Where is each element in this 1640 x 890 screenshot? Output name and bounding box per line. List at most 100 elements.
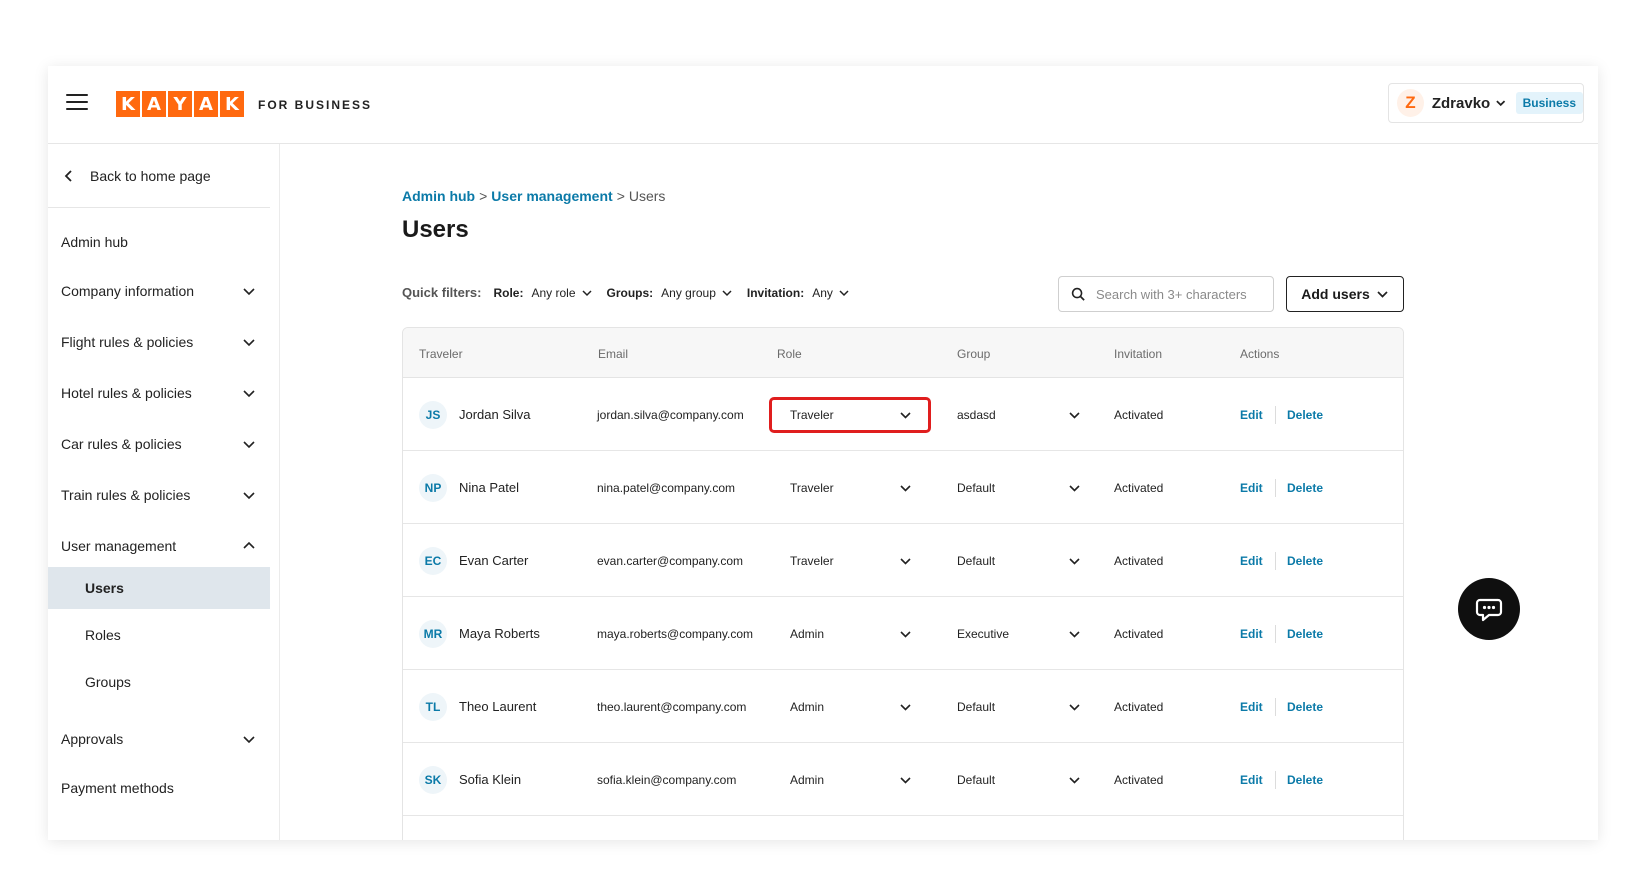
group-dropdown[interactable]: Default <box>957 762 1081 798</box>
kayak-logo[interactable]: K A Y A K <box>116 91 244 117</box>
for-business-label: FOR BUSINESS <box>258 98 373 112</box>
group-dropdown[interactable]: Default <box>957 470 1081 506</box>
delete-button[interactable]: Delete <box>1287 451 1323 524</box>
role-dropdown[interactable]: Admin <box>790 616 912 652</box>
group-dropdown[interactable]: asdasd <box>957 397 1081 433</box>
traveler-name: Maya Roberts <box>459 626 540 641</box>
sidebar-item-company-information[interactable]: Company information <box>48 271 270 311</box>
action-divider <box>1275 406 1276 424</box>
role-dropdown[interactable]: Traveler <box>769 397 931 433</box>
sidebar-item-approvals[interactable]: Approvals <box>48 719 270 759</box>
account-menu[interactable]: Z Zdravko Business <box>1388 83 1584 123</box>
group-value: Default <box>957 554 996 568</box>
sidebar-item-flight-rules[interactable]: Flight rules & policies <box>48 322 270 362</box>
sidebar-item-label: Hotel rules & policies <box>61 385 192 401</box>
user-initials-avatar: NP <box>419 473 447 502</box>
sidebar-item-label: Flight rules & policies <box>61 334 194 350</box>
chevron-down-icon <box>243 441 255 449</box>
chevron-down-icon <box>1377 290 1388 298</box>
sidebar-subitem-groups[interactable]: Groups <box>48 661 270 703</box>
logo-letter: K <box>220 91 244 117</box>
delete-button[interactable]: Delete <box>1287 670 1323 743</box>
sidebar-item-label: User management <box>61 538 177 554</box>
role-filter[interactable]: Role: Any role <box>493 286 592 300</box>
edit-button[interactable]: Edit <box>1240 597 1263 670</box>
sidebar-item-label: Car rules & policies <box>61 436 182 452</box>
sidebar-subitem-label: Roles <box>85 627 121 643</box>
chevron-down-icon <box>900 630 911 638</box>
breadcrumb-separator: > <box>616 188 625 204</box>
filter-name: Groups: <box>606 285 654 300</box>
sidebar-item-label: Company information <box>61 283 195 299</box>
email-cell: nina.patel@company.com <box>597 480 736 495</box>
role-value: Admin <box>790 627 825 641</box>
breadcrumb-current: Users <box>628 188 666 204</box>
invitation-status: Activated <box>1114 407 1164 422</box>
group-dropdown[interactable]: Default <box>957 543 1081 579</box>
group-dropdown[interactable]: Default <box>957 689 1081 725</box>
chevron-down-icon <box>1069 630 1080 638</box>
role-value: Traveler <box>790 554 834 568</box>
filter-name: Role: <box>493 285 524 300</box>
user-initials-avatar: EC <box>419 546 447 575</box>
email-cell: evan.carter@company.com <box>597 553 744 568</box>
search-input[interactable] <box>1096 286 1266 302</box>
invitation-filter[interactable]: Invitation: Any <box>747 286 850 300</box>
delete-button[interactable]: Delete <box>1287 378 1323 451</box>
chat-button[interactable] <box>1458 578 1520 640</box>
app-frame: K A Y A K FOR BUSINESS Z Zdravko Busines… <box>48 66 1598 840</box>
role-value: Traveler <box>790 408 834 422</box>
role-dropdown[interactable]: Traveler <box>790 470 912 506</box>
breadcrumb-admin-hub[interactable]: Admin hub <box>402 188 475 204</box>
delete-button[interactable]: Delete <box>1287 597 1323 670</box>
sidebar-item-hotel-rules[interactable]: Hotel rules & policies <box>48 373 270 413</box>
user-initials-avatar: TL <box>419 692 447 721</box>
sidebar-subitem-roles[interactable]: Roles <box>48 614 270 656</box>
edit-button[interactable]: Edit <box>1240 524 1263 597</box>
sidebar-item-car-rules[interactable]: Car rules & policies <box>48 424 270 464</box>
action-divider <box>1275 698 1276 716</box>
delete-button[interactable]: Delete <box>1287 743 1323 816</box>
back-label: Back to home page <box>90 167 211 184</box>
action-divider <box>1275 625 1276 643</box>
edit-button[interactable]: Edit <box>1240 743 1263 816</box>
sidebar-subitem-users[interactable]: Users <box>48 567 270 609</box>
role-dropdown[interactable]: Admin <box>790 762 912 798</box>
role-dropdown[interactable]: Traveler <box>790 543 912 579</box>
back-to-home-link[interactable]: Back to home page <box>48 144 270 208</box>
chevron-down-icon <box>900 776 911 784</box>
traveler-name: Sofia Klein <box>459 772 522 787</box>
sidebar-item-label: Train rules & policies <box>61 487 191 503</box>
edit-button[interactable]: Edit <box>1240 451 1263 524</box>
user-initials-avatar: SK <box>419 765 447 794</box>
role-dropdown[interactable]: Admin <box>790 689 912 725</box>
sidebar-item-train-rules[interactable]: Train rules & policies <box>48 475 270 515</box>
group-value: Executive <box>957 627 1010 641</box>
chevron-down-icon <box>900 484 911 492</box>
sidebar-item-user-management[interactable]: User management <box>48 526 270 566</box>
hamburger-icon[interactable] <box>66 94 88 112</box>
group-value: asdasd <box>957 408 996 422</box>
chevron-down-icon <box>243 736 255 744</box>
email-cell: theo.laurent@company.com <box>597 699 747 714</box>
sidebar-item-payment-methods[interactable]: Payment methods <box>48 768 270 808</box>
sidebar-item-label: Admin hub <box>61 234 128 250</box>
chevron-down-icon <box>243 288 255 296</box>
traveler-cell: JS Jordan Silva <box>419 378 531 451</box>
email-cell: sofia.klein@company.com <box>597 772 737 787</box>
chevron-down-icon <box>581 289 592 296</box>
edit-button[interactable]: Edit <box>1240 378 1263 451</box>
groups-filter[interactable]: Groups: Any group <box>607 286 733 300</box>
column-header: Actions <box>1240 347 1280 361</box>
breadcrumb: Admin hub > User management > Users <box>402 188 665 204</box>
add-users-button[interactable]: Add users <box>1286 276 1404 312</box>
sidebar-subitem-label: Users <box>85 580 124 596</box>
breadcrumb-user-management[interactable]: User management <box>491 188 612 204</box>
sidebar-item-admin-hub[interactable]: Admin hub <box>48 222 270 262</box>
delete-button[interactable]: Delete <box>1287 524 1323 597</box>
table-row: TL Theo Laurent theo.laurent@company.com… <box>403 670 1403 743</box>
edit-button[interactable]: Edit <box>1240 670 1263 743</box>
group-dropdown[interactable]: Executive <box>957 616 1081 652</box>
sidebar-item-label: Payment methods <box>61 780 174 796</box>
role-value: Admin <box>790 773 825 787</box>
